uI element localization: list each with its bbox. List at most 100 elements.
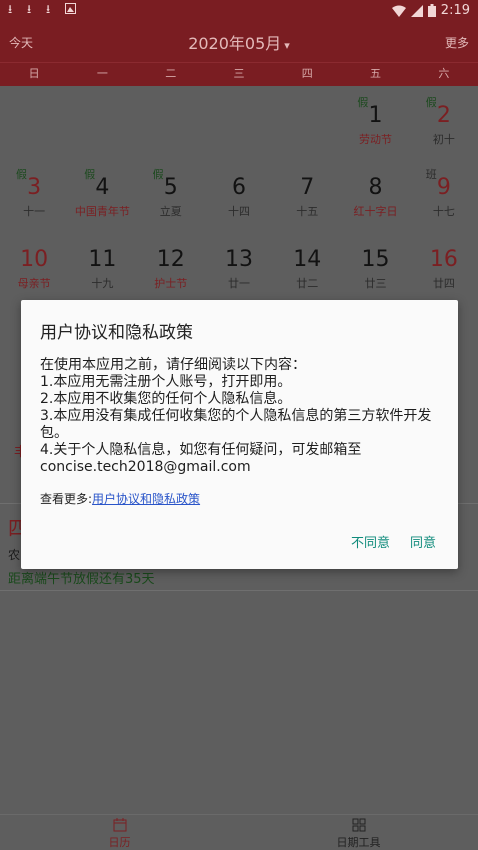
calendar-day-cell[interactable]: 7 十五	[273, 158, 341, 230]
lunar-date: 红十字日	[353, 205, 398, 218]
notification-icons: ⭳ ⭳ ⭳	[8, 3, 77, 16]
privacy-dialog: 用户协议和隐私政策 在使用本应用之前，请仔细阅读以下内容： 1.本应用无需注册个…	[21, 300, 458, 569]
download-icon: ⭳	[8, 2, 13, 16]
dialog-title: 用户协议和隐私政策	[40, 323, 193, 343]
calendar-day-cell	[68, 86, 136, 158]
lunar-date: 立夏	[159, 205, 182, 218]
dialog-line: 2.本应用不收集您的任何个人隐私信息。	[40, 391, 292, 407]
weekday-label: 三	[233, 67, 245, 80]
app-header: 今天 2020年05月 ▾ 更多	[0, 22, 478, 62]
lunar-date: 十四	[227, 205, 250, 218]
lunar-date: 廿二	[296, 277, 319, 290]
calendar-day-cell	[205, 86, 273, 158]
disagree-button[interactable]: 不同意	[351, 532, 390, 551]
weekday-label: 四	[301, 67, 313, 80]
dialog-line: 4.关于个人隐私信息，如您有任何疑问，可发邮箱至 concise.tech201…	[40, 442, 362, 475]
lunar-date: 劳动节	[359, 133, 393, 146]
lunar-date: 护士节	[154, 277, 188, 290]
see-more: 查看更多:用户协议和隐私政策	[40, 490, 200, 507]
chevron-down-icon: ▾	[284, 39, 290, 52]
day-number: 9	[436, 175, 451, 200]
lunar-date: 廿三	[364, 277, 387, 290]
dialog-body: 在使用本应用之前，请仔细阅读以下内容： 1.本应用无需注册个人账号，打开即用。 …	[40, 357, 445, 476]
day-number: 3	[27, 175, 42, 200]
lunar-date: 十九	[91, 277, 114, 290]
calendar-day-cell[interactable]: 11 十九	[68, 230, 136, 302]
day-number: 6	[231, 175, 246, 200]
weekday-label: 日	[28, 67, 40, 80]
month-title: 2020年05月	[188, 34, 282, 53]
battery-icon	[427, 4, 436, 17]
weekday-header: 日 一 二 三 四 五 六	[0, 62, 478, 86]
download-icon: ⭳	[46, 2, 51, 16]
signal-icon	[410, 4, 423, 17]
lunar-date: 廿四	[432, 277, 455, 290]
calendar-day-cell[interactable]: 假 3 十一	[0, 158, 68, 230]
dialog-line: 在使用本应用之前，请仔细阅读以下内容：	[40, 357, 306, 373]
dialog-line: 3.本应用没有集成任何收集您的个人隐私信息的第三方软件开发包。	[40, 408, 432, 441]
more-button[interactable]: 更多	[445, 34, 469, 51]
see-more-prefix: 查看更多:	[40, 492, 93, 506]
holiday-countdown: 距离端午节放假还有35天	[8, 572, 155, 587]
lunar-date: 母亲节	[17, 277, 51, 290]
weekday-label: 一	[96, 67, 108, 80]
calendar-week-row: 假 3 十一假 4 中国青年节假 5 立夏 6 十四 7 十五 8 红十字日班 9 十七	[0, 158, 478, 230]
nav-date-tools-label: 日期工具	[336, 836, 381, 849]
day-number: 1	[368, 103, 383, 128]
calendar-day-cell[interactable]: 假 2 初十	[410, 86, 478, 158]
lunar-info: 农	[8, 548, 21, 562]
calendar-day-cell[interactable]: 16 廿四	[410, 230, 478, 302]
calendar-day-cell[interactable]: 假 1 劳动节	[341, 86, 409, 158]
wifi-icon	[391, 5, 406, 17]
day-number: 13	[224, 247, 253, 272]
calendar-day-cell[interactable]: 10 母亲节	[0, 230, 68, 302]
nav-date-tools[interactable]: 日期工具	[239, 815, 478, 850]
lunar-date: 十七	[432, 205, 455, 218]
system-icons: 2:19	[391, 3, 470, 18]
privacy-policy-link[interactable]: 用户协议和隐私政策	[92, 492, 200, 506]
day-number: 11	[88, 247, 117, 272]
calendar-week-row: 10 母亲节 11 十九 12 护士节 13 廿一 14 廿二 15 廿三 16 廿四	[0, 230, 478, 302]
image-notification-icon	[65, 3, 77, 16]
grid-tools-icon	[352, 818, 365, 832]
day-number: 10	[20, 247, 49, 272]
lunar-date: 初十	[432, 133, 455, 146]
calendar-day-cell[interactable]: 假 5 立夏	[137, 158, 205, 230]
status-bar: ⭳ ⭳ ⭳ 2:19	[0, 0, 478, 22]
calendar-day-cell[interactable]: 8 红十字日	[341, 158, 409, 230]
lunar-date: 十一	[23, 205, 46, 218]
calendar-day-cell	[0, 86, 68, 158]
day-number: 7	[300, 175, 315, 200]
calendar-day-cell[interactable]: 14 廿二	[273, 230, 341, 302]
weekday-label: 二	[165, 67, 177, 80]
day-number: 4	[95, 175, 110, 200]
clock: 2:19	[440, 3, 470, 18]
lunar-date: 廿一	[227, 277, 250, 290]
day-number: 14	[293, 247, 322, 272]
day-number: 12	[156, 247, 185, 272]
day-number: 5	[163, 175, 178, 200]
download-icon: ⭳	[27, 2, 32, 16]
calendar-day-cell[interactable]: 班 9 十七	[410, 158, 478, 230]
day-number: 16	[429, 247, 458, 272]
nav-calendar-label: 日历	[108, 836, 131, 849]
calendar-day-cell[interactable]: 13 廿一	[205, 230, 273, 302]
calendar-day-cell[interactable]: 12 护士节	[137, 230, 205, 302]
weekday-label: 六	[438, 67, 450, 80]
dialog-line: 1.本应用无需注册个人账号，打开即用。	[40, 374, 292, 390]
bottom-navigation: 日历 日期工具	[0, 814, 478, 850]
calendar-day-cell	[273, 86, 341, 158]
calendar-day-cell[interactable]: 假 4 中国青年节	[68, 158, 136, 230]
calendar-icon	[113, 818, 126, 832]
nav-calendar[interactable]: 日历	[0, 815, 239, 850]
agree-button[interactable]: 同意	[410, 532, 436, 551]
lunar-date: 中国青年节	[74, 205, 130, 218]
month-selector[interactable]: 2020年05月 ▾	[0, 30, 478, 54]
lunar-date: 十五	[296, 205, 319, 218]
calendar-day-cell[interactable]: 6 十四	[205, 158, 273, 230]
weekday-label: 五	[370, 67, 382, 80]
day-number: 15	[361, 247, 390, 272]
calendar-day-cell[interactable]: 15 廿三	[341, 230, 409, 302]
day-number: 2	[436, 103, 451, 128]
calendar-day-cell	[137, 86, 205, 158]
